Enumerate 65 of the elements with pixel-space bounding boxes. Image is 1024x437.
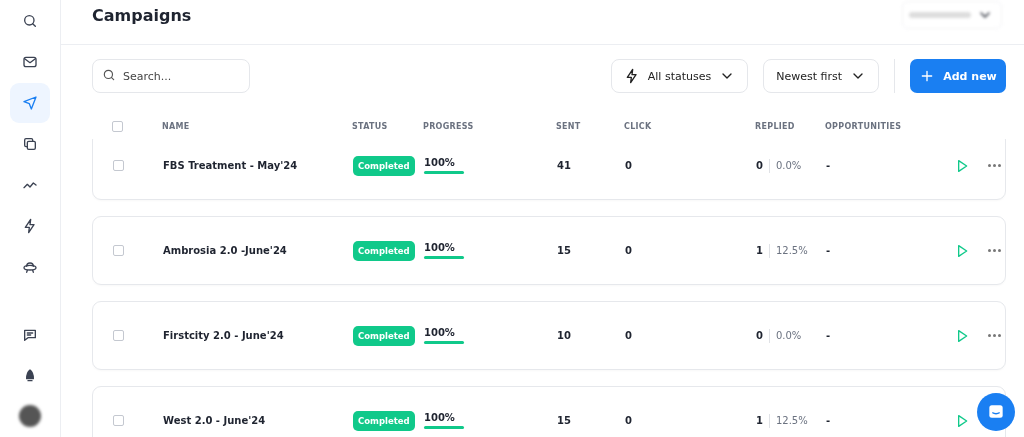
- progress-value: 100%: [424, 242, 456, 253]
- status-badge: Completed: [353, 410, 415, 431]
- send-icon: [22, 95, 38, 111]
- click-count: 0: [625, 330, 633, 341]
- column-header: CLICK: [624, 121, 653, 131]
- reply-rate: 12.5%: [775, 415, 808, 426]
- mail-icon: [22, 54, 38, 70]
- chat-icon[interactable]: [977, 393, 1015, 431]
- column-header: REPLIED: [755, 121, 796, 131]
- sort-dropdown[interactable]: Newest first: [763, 59, 879, 93]
- opportunities-value: -: [826, 160, 832, 171]
- reply-rate: 0.0%: [775, 330, 802, 341]
- row-checkbox[interactable]: [113, 245, 124, 256]
- opportunities-value: -: [826, 245, 832, 256]
- opportunities-value: -: [826, 330, 832, 341]
- progress-value: 100%: [424, 157, 456, 168]
- row-checkbox[interactable]: [113, 330, 124, 341]
- sent-count: 15: [557, 245, 572, 256]
- opportunities-value: -: [826, 415, 832, 426]
- more-icon[interactable]: [988, 334, 1001, 337]
- campaign-name: FBS Treatment - May'24: [163, 160, 299, 171]
- status-dropdown[interactable]: All statuses: [610, 59, 749, 93]
- campaign-name: Firstcity 2.0 - June'24: [163, 330, 285, 341]
- select-all-checkbox[interactable]: [112, 120, 123, 132]
- copy-icon: [22, 136, 38, 152]
- replied-count: 0: [756, 330, 763, 341]
- column-header: NAME: [162, 121, 191, 131]
- status-badge: Completed: [353, 240, 415, 261]
- click-count: 0: [625, 245, 633, 256]
- column-header: OPPORTUNITIES: [825, 121, 903, 131]
- message-icon: [22, 327, 38, 343]
- row-checkbox[interactable]: [113, 415, 124, 426]
- click-count: 0: [625, 160, 633, 171]
- search-icon: [22, 13, 38, 29]
- reply-rate: 12.5%: [775, 245, 808, 256]
- replied-count: 1: [756, 245, 763, 256]
- progress-value: 100%: [424, 412, 456, 423]
- more-icon[interactable]: [988, 249, 1001, 252]
- lightning-icon: [22, 218, 38, 234]
- progress-value: 100%: [424, 327, 456, 338]
- reply-rate: 0.0%: [775, 160, 802, 171]
- status-badge: Completed: [353, 155, 415, 176]
- ufo-icon: [22, 259, 38, 275]
- search-icon: [102, 68, 116, 82]
- column-header: PROGRESS: [423, 121, 475, 131]
- campaign-card[interactable]: Firstcity 2.0 - June'24 Completed 100% 10 0 0 0.0% -: [92, 301, 1006, 370]
- row-checkbox[interactable]: [113, 160, 124, 171]
- add-new-button[interactable]: Add new: [910, 59, 1006, 93]
- search-field[interactable]: Search...: [92, 59, 250, 93]
- avatar[interactable]: [19, 405, 41, 427]
- campaign-card[interactable]: FBS Treatment - May'24 Completed 100% 41 0 0 0.0% -: [92, 139, 1006, 200]
- status-badge: Completed: [353, 325, 415, 346]
- sent-count: 41: [557, 160, 572, 171]
- replied-count: 0: [756, 160, 763, 171]
- column-header: SENT: [556, 121, 582, 131]
- sent-count: 10: [557, 330, 572, 341]
- page-title: Campaigns: [92, 5, 192, 25]
- campaign-name: West 2.0 - June'24: [163, 415, 267, 426]
- campaign-card[interactable]: Ambrosia 2.0 -June'24 Completed 100% 15 0 1 12.5% -: [92, 216, 1006, 285]
- sent-count: 15: [557, 415, 572, 426]
- more-icon[interactable]: [988, 164, 1001, 167]
- click-count: 0: [625, 415, 633, 426]
- replied-count: 1: [756, 415, 763, 426]
- column-header: STATUS: [352, 121, 389, 131]
- campaign-name: Ambrosia 2.0 -June'24: [163, 245, 288, 256]
